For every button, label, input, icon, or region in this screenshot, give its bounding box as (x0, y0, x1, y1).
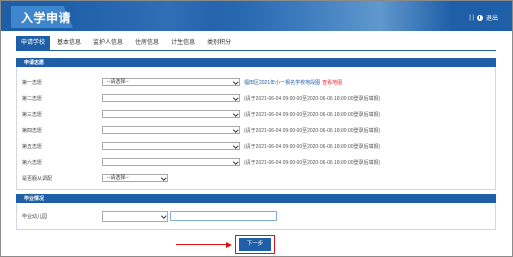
logout-link[interactable]: 退出 (486, 13, 498, 22)
header-decoration-right (212, 1, 452, 31)
choice-label-3: 第三志愿 (22, 112, 43, 118)
choice-select-1[interactable]: --请选择-- (102, 78, 240, 86)
chevron-down-icon (233, 112, 237, 116)
user-area: | | 退出 (469, 13, 498, 22)
tab-basic-info[interactable]: 基本信息 (52, 36, 86, 50)
choice-label-6: 第六志愿 (22, 160, 43, 166)
choice-label-1: 第一志愿 (22, 80, 43, 86)
tab-housing-info[interactable]: 住房信息 (130, 36, 164, 50)
next-step-button[interactable]: 下一步 (239, 238, 271, 251)
section-header-choices: 申请志愿 (16, 58, 496, 67)
section-title-graduation: 毕业情况 (24, 196, 45, 202)
chevron-down-icon (233, 144, 237, 148)
choice-select-1-value: --请选择-- (107, 79, 129, 85)
app-header: 入学申请 | | 退出 (1, 1, 512, 31)
choice-select-3[interactable] (102, 110, 240, 118)
choice-hint-3: (请于2021-06-04 09:00:00至2020-06-06 18:00:… (244, 112, 381, 118)
view-map-link[interactable]: 查看地图 (322, 80, 342, 86)
choice-label-4: 第四志愿 (22, 128, 43, 134)
annotation-arrow-line (176, 244, 228, 245)
tab-apply-school[interactable]: 申请学校 (16, 36, 51, 50)
kindergarten-input[interactable] (170, 211, 277, 221)
section-header-graduation: 毕业情况 (16, 194, 496, 203)
chevron-down-icon (233, 80, 237, 84)
chevron-down-icon (161, 214, 165, 218)
annotation-arrow-head (226, 241, 232, 248)
chevron-down-icon (161, 176, 165, 180)
choice-hint-6: (请于2021-06-04 09:00:00至2020-06-06 18:00:… (244, 160, 381, 166)
choice-select-6[interactable] (102, 158, 240, 166)
choice-hint-1: 福田区2021年小一报名学校地段图 查看地图 (244, 79, 342, 86)
tab-bar: 申请学校 基本信息 监护人信息 住房信息 计生信息 类别积分 (16, 36, 238, 50)
choice-select-5[interactable] (102, 142, 240, 150)
tab-underline (16, 50, 496, 51)
kindergarten-select[interactable] (102, 211, 168, 222)
chevron-down-icon (233, 128, 237, 132)
choice-label-2: 第二志愿 (22, 96, 43, 102)
adjust-select-value: --请选择-- (107, 175, 129, 181)
adjust-select[interactable]: --请选择-- (102, 174, 168, 182)
kindergarten-label: 毕业幼儿园 (22, 214, 48, 220)
tab-category-points[interactable]: 类别积分 (202, 36, 236, 50)
page-title: 入学申请 (21, 11, 72, 25)
choice-label-5: 第五志愿 (22, 144, 43, 150)
chevron-down-icon (233, 160, 237, 164)
choice-select-4[interactable] (102, 126, 240, 134)
choice-select-2[interactable] (102, 94, 240, 102)
tab-family-planning-info[interactable]: 计生信息 (166, 36, 200, 50)
choice-hint-5: (请于2021-06-04 09:00:00至2020-06-06 18:00:… (244, 144, 381, 150)
chevron-down-icon (233, 96, 237, 100)
choice-hint-4: (请于2021-06-04 09:00:00至2020-06-06 18:00:… (244, 128, 381, 134)
adjust-label: 是否服从调配 (22, 176, 53, 182)
section-title-choices: 申请志愿 (24, 60, 45, 66)
power-icon[interactable] (476, 14, 483, 21)
choice-hint-2: (请于2021-06-04 09:00:00至2020-06-06 18:00:… (244, 96, 381, 102)
user-separator: | | (469, 14, 474, 21)
tab-guardian-info[interactable]: 监护人信息 (88, 36, 128, 50)
district-map-link[interactable]: 福田区2021年小一报名学校地段图 (244, 80, 320, 86)
